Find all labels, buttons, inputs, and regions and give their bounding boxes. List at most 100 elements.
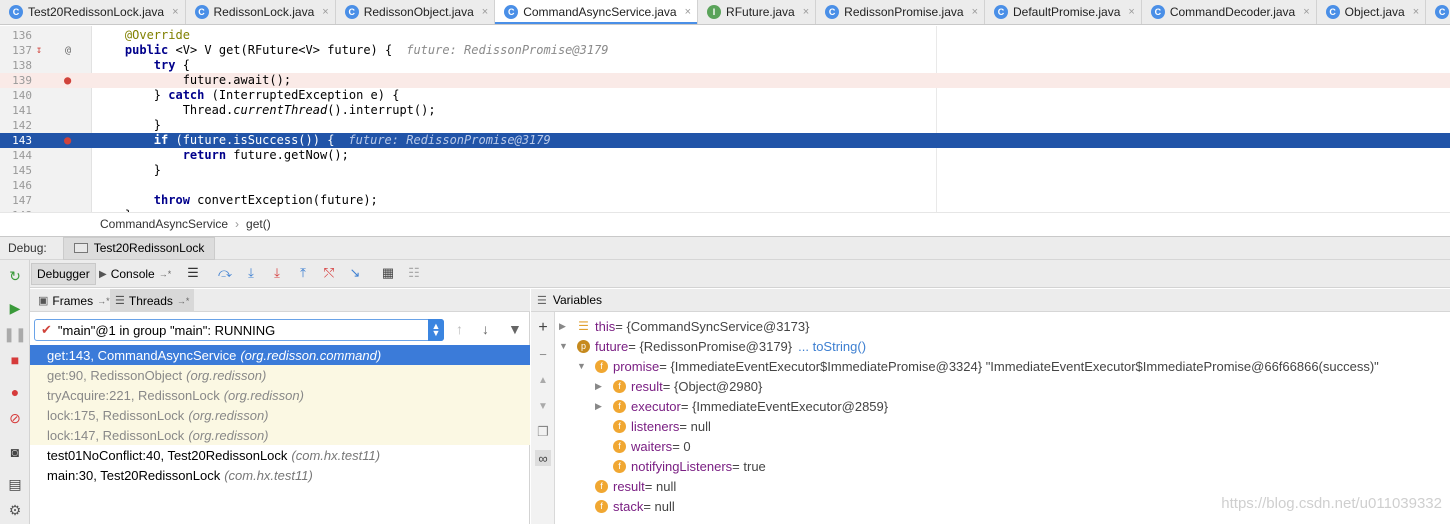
force-step-into-icon[interactable]: ⤓ [269, 265, 285, 281]
stack-frame[interactable]: get:143, CommandAsyncService (org.redisso… [30, 345, 530, 365]
filter-icon[interactable]: ▼ [508, 321, 522, 337]
close-icon[interactable]: × [1413, 6, 1419, 18]
stack-frame[interactable]: test01NoConflict:40, Test20RedissonLock(… [30, 445, 530, 465]
variable-row[interactable]: ▶ f executor = {ImmediateEventExecutor@285… [595, 396, 888, 416]
tab-editor-file[interactable]: C RedissonLock.java × [186, 0, 336, 24]
line-number[interactable]: 147 [0, 193, 32, 208]
code-line[interactable]: 140 } catch (InterruptedException e) { [0, 88, 1450, 103]
breakpoint-icon[interactable]: ● [64, 73, 71, 88]
close-icon[interactable]: × [803, 6, 809, 18]
chevron-right-icon[interactable]: ▶ [595, 401, 607, 412]
tab-editor-file[interactable]: C RedissonObject.java × [336, 0, 496, 24]
variable-row[interactable]: f stack = null [577, 496, 675, 516]
tab-editor-file[interactable]: C CommandDecoder.java × [1142, 0, 1317, 24]
implements-icon[interactable]: ↧ [36, 43, 42, 58]
trace-icon[interactable]: ☷ [406, 265, 422, 281]
line-number[interactable]: 140 [0, 88, 32, 103]
variable-row[interactable]: f result = null [577, 476, 676, 496]
code-line[interactable]: 142 } [0, 118, 1450, 133]
variable-row[interactable]: ▶ f result = {Object@2980} [595, 376, 762, 396]
breakpoint-icon[interactable]: ● [64, 133, 71, 148]
tab-frames[interactable]: ▣ Frames →* [33, 289, 115, 312]
show-execution-point-icon[interactable]: ☰ [185, 265, 201, 281]
close-icon[interactable]: × [172, 6, 178, 18]
tab-console[interactable]: ▶ Console →* [94, 263, 176, 285]
code-line[interactable]: 141 Thread.currentThread().interrupt(); [0, 103, 1450, 118]
resume-icon[interactable]: ▶ [7, 300, 23, 316]
tab-editor-file[interactable]: C Test20RedissonLock.java × [0, 0, 186, 24]
stop-icon[interactable]: ■ [7, 352, 23, 368]
variable-row[interactable]: ▼ p future = {RedissonPromise@3179} ... toS… [559, 336, 866, 356]
variable-row[interactable]: f listeners = null [595, 416, 711, 436]
variable-row[interactable]: ▶ ☰ this = {CommandSyncService@3173} [559, 316, 809, 336]
chevron-updown-icon[interactable]: ▲ ▼ [428, 319, 444, 341]
chevron-right-icon[interactable]: ▶ [595, 381, 607, 392]
close-icon[interactable]: × [482, 6, 488, 18]
code-editor[interactable]: 136 @Override 137 public <V> V get(RFutur… [0, 26, 1450, 212]
settings-icon[interactable]: ⚙ [7, 502, 23, 518]
stack-frame[interactable]: main:30, Test20RedissonLock (com.hx.test1… [30, 465, 530, 485]
stack-frame[interactable]: lock:147, RedissonLock (org.redisson) [30, 425, 530, 445]
next-frame-icon[interactable]: ↓ [482, 321, 489, 337]
line-number[interactable]: 139 [0, 73, 32, 88]
line-number[interactable]: 146 [0, 178, 32, 193]
tab-editor-file[interactable]: C CommandAsyncService.java × [495, 0, 699, 24]
step-out-icon[interactable]: ⤒ [295, 265, 311, 281]
tab-editor-file[interactable]: C DefaultPromise.java × [985, 0, 1142, 24]
code-line[interactable]: 144 return future.getNow(); [0, 148, 1450, 163]
tab-editor-file[interactable]: CPromis [1426, 0, 1450, 24]
code-line[interactable]: 137 public <V> V get(RFuture<V> future) … [0, 43, 1450, 58]
line-number[interactable]: 142 [0, 118, 32, 133]
move-down-icon[interactable]: ▼ [535, 398, 551, 414]
close-icon[interactable]: × [1128, 6, 1134, 18]
tab-editor-file[interactable]: C Object.java × [1317, 0, 1427, 24]
mute-breakpoints-icon[interactable]: ⊘ [7, 410, 23, 426]
code-line[interactable]: 145 } [0, 163, 1450, 178]
annotation-icon[interactable]: @ [65, 43, 71, 58]
chevron-down-icon[interactable]: ▼ [577, 361, 589, 371]
tab-debugger[interactable]: Debugger [31, 263, 96, 285]
step-over-icon[interactable]: ⤼ [217, 265, 233, 281]
previous-frame-icon[interactable]: ↑ [456, 321, 463, 337]
line-number[interactable]: 143 [0, 133, 32, 148]
add-watch-icon[interactable]: + [535, 319, 551, 336]
glasses-icon[interactable]: ∞ [535, 450, 551, 466]
tab-editor-file[interactable]: C RedissonPromise.java × [816, 0, 985, 24]
step-into-icon[interactable]: ⤓ [243, 265, 259, 281]
close-icon[interactable]: × [322, 6, 328, 18]
variable-row[interactable]: f waiters = 0 [595, 436, 691, 456]
code-line[interactable]: 139 future.await(); ● [0, 73, 1450, 88]
view-breakpoints-icon[interactable]: ● [7, 384, 23, 400]
evaluate-expression-icon[interactable]: ▦ [380, 265, 396, 281]
layout-icon[interactable]: ▤ [7, 476, 23, 492]
remove-watch-icon[interactable]: − [535, 346, 551, 362]
thread-selector[interactable]: ✔ "main"@1 in group "main": RUNNING ▲ ▼ [34, 319, 444, 341]
line-number[interactable]: 144 [0, 148, 32, 163]
rerun-icon[interactable]: ↻ [7, 268, 23, 284]
code-line[interactable]: 147 throw convertException(future); [0, 193, 1450, 208]
move-up-icon[interactable]: ▲ [535, 372, 551, 388]
variable-row[interactable]: ▼ f promise = {ImmediateEventExecutor$Imme… [577, 356, 1379, 376]
line-number[interactable]: 136 [0, 28, 32, 43]
line-number[interactable]: 137 [0, 43, 32, 58]
close-icon[interactable]: × [1303, 6, 1309, 18]
copy-icon[interactable]: ❐ [535, 424, 551, 440]
variable-row[interactable]: f notifyingListeners = true [595, 456, 766, 476]
debug-session-tab[interactable]: Test20RedissonLock [62, 236, 216, 260]
code-line[interactable]: 143 if (future.isSuccess()) {future: Red… [0, 133, 1450, 148]
breadcrumb-method[interactable]: get() [246, 217, 271, 231]
run-to-cursor-icon[interactable]: ↘ [347, 265, 363, 281]
stack-frame[interactable]: get:90, RedissonObject (org.redisson) [30, 365, 530, 385]
code-line[interactable]: 136 @Override [0, 28, 1450, 43]
chevron-right-icon[interactable]: ▶ [559, 321, 571, 332]
drop-frame-icon[interactable]: ⤲ [321, 265, 337, 281]
line-number[interactable]: 138 [0, 58, 32, 73]
code-line[interactable]: 138 try { [0, 58, 1450, 73]
line-number[interactable]: 145 [0, 163, 32, 178]
stack-frame[interactable]: tryAcquire:221, RedissonLock (org.redisso… [30, 385, 530, 405]
tostring-link[interactable]: ... toString() [798, 339, 866, 354]
tab-editor-file[interactable]: I RFuture.java × [698, 0, 817, 24]
breadcrumb-class[interactable]: CommandAsyncService [100, 217, 228, 231]
pause-icon[interactable]: ❚❚ [3, 326, 26, 342]
tab-threads[interactable]: ☰ Threads →* [110, 289, 195, 312]
